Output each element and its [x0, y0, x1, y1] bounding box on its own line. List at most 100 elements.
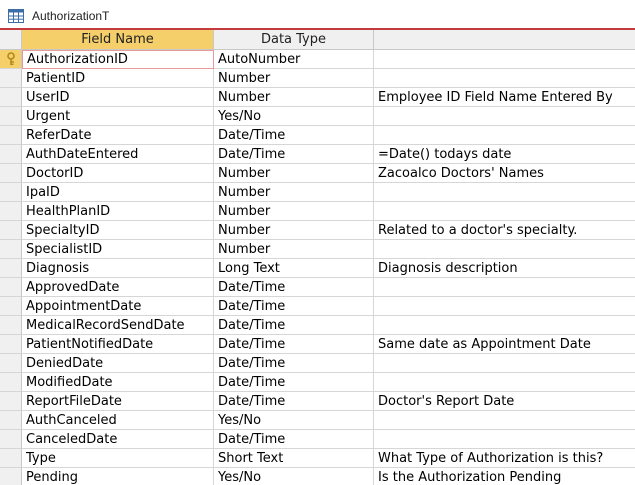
description-cell[interactable] — [374, 69, 635, 88]
row-selector[interactable] — [0, 50, 22, 69]
description-cell[interactable] — [374, 107, 635, 126]
field-name-cell[interactable]: Pending — [22, 468, 214, 485]
field-row[interactable]: IpaID Number — [0, 183, 635, 202]
data-type-cell[interactable]: AutoNumber — [214, 50, 374, 69]
row-selector[interactable] — [0, 145, 22, 164]
description-cell[interactable] — [374, 50, 635, 69]
row-selector[interactable] — [0, 392, 22, 411]
field-name-cell[interactable]: ReportFileDate — [22, 392, 214, 411]
field-row[interactable]: ApprovedDate Date/Time — [0, 278, 635, 297]
field-name-cell[interactable]: ApprovedDate — [22, 278, 214, 297]
field-name-cell[interactable]: SpecialistID — [22, 240, 214, 259]
column-header-description[interactable] — [374, 30, 635, 50]
field-name-cell[interactable]: Diagnosis — [22, 259, 214, 278]
description-cell[interactable]: Is the Authorization Pending — [374, 468, 635, 485]
row-selector[interactable] — [0, 69, 22, 88]
field-row[interactable]: DoctorID Number Zacoalco Doctors' Names — [0, 164, 635, 183]
field-name-cell[interactable]: Type — [22, 449, 214, 468]
description-cell[interactable] — [374, 430, 635, 449]
data-type-cell[interactable]: Date/Time — [214, 278, 374, 297]
description-cell[interactable]: Zacoalco Doctors' Names — [374, 164, 635, 183]
data-type-cell[interactable]: Date/Time — [214, 316, 374, 335]
row-selector[interactable] — [0, 202, 22, 221]
table-tab[interactable]: AuthorizationT — [8, 6, 109, 26]
description-cell[interactable] — [374, 278, 635, 297]
description-cell[interactable]: Related to a doctor's specialty. — [374, 221, 635, 240]
description-cell[interactable] — [374, 183, 635, 202]
row-selector[interactable] — [0, 107, 22, 126]
row-selector[interactable] — [0, 468, 22, 485]
data-type-cell[interactable]: Date/Time — [214, 297, 374, 316]
description-cell[interactable]: Doctor's Report Date — [374, 392, 635, 411]
field-name-cell[interactable]: AppointmentDate — [22, 297, 214, 316]
field-row[interactable]: UserID Number Employee ID Field Name Enter… — [0, 88, 635, 107]
data-type-cell[interactable]: Number — [214, 221, 374, 240]
field-row[interactable]: AuthDateEntered Date/Time =Date() todays d… — [0, 145, 635, 164]
data-type-cell[interactable]: Yes/No — [214, 107, 374, 126]
row-selector[interactable] — [0, 240, 22, 259]
row-selector[interactable] — [0, 354, 22, 373]
data-type-cell[interactable]: Number — [214, 240, 374, 259]
row-selector[interactable] — [0, 297, 22, 316]
field-row[interactable]: Urgent Yes/No — [0, 107, 635, 126]
row-selector[interactable] — [0, 221, 22, 240]
field-name-cell[interactable]: DoctorID — [22, 164, 214, 183]
data-type-cell[interactable]: Number — [214, 69, 374, 88]
field-name-cell[interactable]: DeniedDate — [22, 354, 214, 373]
row-selector[interactable] — [0, 88, 22, 107]
field-name-cell[interactable]: SpecialtyID — [22, 221, 214, 240]
data-type-cell[interactable]: Number — [214, 202, 374, 221]
field-row[interactable]: AuthorizationID AutoNumber — [0, 50, 635, 69]
field-name-cell[interactable]: IpaID — [22, 183, 214, 202]
field-row[interactable]: MedicalRecordSendDate Date/Time — [0, 316, 635, 335]
description-cell[interactable] — [374, 240, 635, 259]
data-type-cell[interactable]: Yes/No — [214, 411, 374, 430]
row-selector[interactable] — [0, 126, 22, 145]
field-name-cell[interactable]: CanceledDate — [22, 430, 214, 449]
row-selector[interactable] — [0, 183, 22, 202]
field-row[interactable]: CanceledDate Date/Time — [0, 430, 635, 449]
description-cell[interactable]: What Type of Authorization is this? — [374, 449, 635, 468]
field-name-cell[interactable]: MedicalRecordSendDate — [22, 316, 214, 335]
field-row[interactable]: SpecialistID Number — [0, 240, 635, 259]
row-selector[interactable] — [0, 411, 22, 430]
description-cell[interactable]: Same date as Appointment Date — [374, 335, 635, 354]
data-type-cell[interactable]: Date/Time — [214, 354, 374, 373]
row-selector[interactable] — [0, 259, 22, 278]
description-cell[interactable]: Employee ID Field Name Entered By — [374, 88, 635, 107]
data-type-cell[interactable]: Date/Time — [214, 145, 374, 164]
field-name-cell[interactable]: Urgent — [22, 107, 214, 126]
field-name-cell[interactable]: AuthDateEntered — [22, 145, 214, 164]
row-selector[interactable] — [0, 278, 22, 297]
description-cell[interactable] — [374, 126, 635, 145]
data-type-cell[interactable]: Date/Time — [214, 430, 374, 449]
field-row[interactable]: Diagnosis Long Text Diagnosis description — [0, 259, 635, 278]
data-type-cell[interactable]: Number — [214, 88, 374, 107]
field-row[interactable]: PatientNotifiedDate Date/Time Same date as… — [0, 335, 635, 354]
description-cell[interactable] — [374, 411, 635, 430]
data-type-cell[interactable]: Date/Time — [214, 392, 374, 411]
description-cell[interactable] — [374, 202, 635, 221]
row-selector[interactable] — [0, 316, 22, 335]
column-header-data-type[interactable]: Data Type — [214, 30, 374, 50]
data-type-cell[interactable]: Date/Time — [214, 126, 374, 145]
row-selector[interactable] — [0, 373, 22, 392]
field-name-cell[interactable]: PatientID — [22, 69, 214, 88]
field-row[interactable]: HealthPlanID Number — [0, 202, 635, 221]
field-row[interactable]: PatientID Number — [0, 69, 635, 88]
header-row-selector[interactable] — [0, 30, 22, 50]
column-header-field-name[interactable]: Field Name — [22, 30, 214, 50]
row-selector[interactable] — [0, 449, 22, 468]
data-type-cell[interactable]: Number — [214, 164, 374, 183]
description-cell[interactable] — [374, 297, 635, 316]
field-name-cell[interactable]: ReferDate — [22, 126, 214, 145]
data-type-cell[interactable]: Long Text — [214, 259, 374, 278]
field-row[interactable]: DeniedDate Date/Time — [0, 354, 635, 373]
description-cell[interactable]: =Date() todays date — [374, 145, 635, 164]
data-type-cell[interactable]: Date/Time — [214, 335, 374, 354]
data-type-cell[interactable]: Yes/No — [214, 468, 374, 485]
field-row[interactable]: ModifiedDate Date/Time — [0, 373, 635, 392]
field-row[interactable]: AuthCanceled Yes/No — [0, 411, 635, 430]
description-cell[interactable]: Diagnosis description — [374, 259, 635, 278]
row-selector[interactable] — [0, 164, 22, 183]
